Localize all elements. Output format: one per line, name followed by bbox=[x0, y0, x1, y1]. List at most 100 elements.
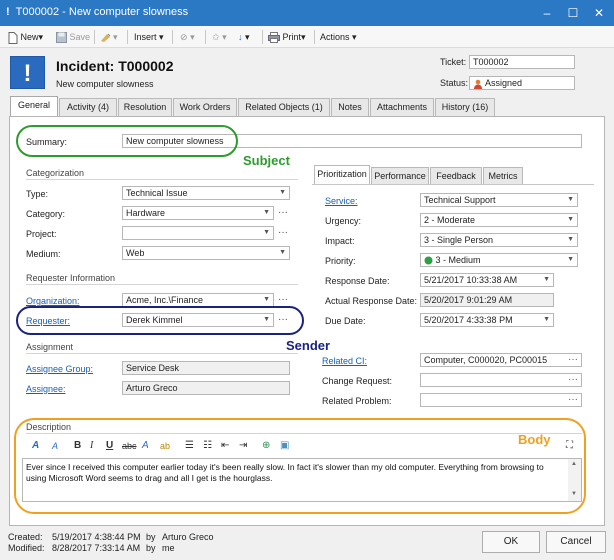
impact-label: Impact: bbox=[325, 236, 355, 246]
assignment-heading: Assignment bbox=[26, 342, 74, 352]
minimize-button[interactable]: – bbox=[536, 3, 558, 23]
subtab-performance[interactable]: Performance bbox=[371, 167, 429, 184]
tab-history[interactable]: History (16) bbox=[435, 98, 495, 116]
impact-select[interactable]: 3 - Single Person ▼ bbox=[420, 233, 578, 247]
actual-response-date-label: Actual Response Date: bbox=[325, 296, 418, 306]
type-select[interactable]: Technical Issue ▼ bbox=[122, 186, 290, 200]
flag-button[interactable]: ✩ ▾ bbox=[212, 29, 227, 45]
subtab-feedback[interactable]: Feedback bbox=[430, 167, 482, 184]
chevron-down-icon: ▾ bbox=[113, 32, 118, 42]
tab-activity[interactable]: Activity (4) bbox=[59, 98, 117, 116]
tab-general[interactable]: General bbox=[10, 96, 58, 117]
tab-notes[interactable]: Notes bbox=[331, 98, 369, 116]
ticket-field: T000002 bbox=[469, 55, 575, 69]
next-button[interactable]: ↓ ▾ bbox=[238, 29, 250, 45]
related-ci-field[interactable]: Computer, C000020, PC00015 ··· bbox=[420, 353, 582, 367]
actions-menu[interactable]: Actions ▾ bbox=[320, 29, 357, 45]
attach-button[interactable]: ⊘ ▾ bbox=[180, 29, 195, 45]
close-button[interactable]: ✕ bbox=[588, 3, 610, 23]
status-field: Assigned bbox=[469, 76, 575, 90]
chevron-down-icon: ▼ bbox=[263, 229, 270, 236]
chevron-down-icon: ▼ bbox=[543, 316, 550, 323]
chevron-down-icon: ▼ bbox=[567, 236, 574, 243]
service-link[interactable]: Service: bbox=[325, 196, 358, 206]
created-date: 5/19/2017 4:38:44 PM bbox=[52, 532, 141, 542]
project-browse-button[interactable]: ··· bbox=[278, 227, 288, 239]
printer-icon bbox=[268, 32, 280, 44]
chevron-down-icon: ▾ bbox=[190, 32, 195, 42]
modified-date: 8/28/2017 7:33:14 AM bbox=[52, 543, 141, 553]
toolbar-separator bbox=[172, 30, 173, 44]
section-divider bbox=[26, 179, 298, 180]
assignee-group-field: Service Desk bbox=[122, 361, 290, 375]
chevron-down-icon: ▾ bbox=[352, 32, 357, 42]
browse-icon: ··· bbox=[568, 354, 578, 365]
save-icon bbox=[56, 32, 67, 44]
related-problem-field[interactable]: ··· bbox=[420, 393, 582, 407]
chevron-down-icon: ▾ bbox=[159, 32, 164, 42]
print-button[interactable]: Print▾ bbox=[268, 29, 306, 45]
subject-highlight bbox=[16, 125, 238, 157]
cancel-button[interactable]: Cancel bbox=[546, 531, 606, 553]
urgency-select[interactable]: 2 - Moderate ▼ bbox=[420, 213, 578, 227]
maximize-button[interactable]: ☐ bbox=[562, 3, 584, 23]
related-problem-label: Related Problem: bbox=[322, 396, 392, 406]
chevron-down-icon: ▼ bbox=[263, 296, 270, 303]
section-divider bbox=[26, 353, 298, 354]
chevron-down-icon: ▼ bbox=[279, 189, 286, 196]
response-date-picker[interactable]: 5/21/2017 10:33:38 AM ▼ bbox=[420, 273, 554, 287]
project-select[interactable]: ▼ bbox=[122, 226, 274, 240]
insert-menu[interactable]: Insert ▾ bbox=[134, 29, 164, 45]
new-button[interactable]: New▾ bbox=[8, 29, 43, 45]
subject-annotation: Subject bbox=[243, 153, 290, 168]
tab-attachments[interactable]: Attachments bbox=[370, 98, 434, 116]
priority-select[interactable]: 3 - Medium ▼ bbox=[420, 253, 578, 267]
category-browse-button[interactable]: ··· bbox=[278, 207, 288, 219]
toolbar-separator bbox=[205, 30, 206, 44]
browse-icon: ··· bbox=[568, 394, 578, 405]
chevron-down-icon: ▾ bbox=[245, 32, 250, 42]
arrow-down-icon: ↓ bbox=[238, 32, 243, 42]
tab-resolution[interactable]: Resolution bbox=[118, 98, 172, 116]
category-label: Category: bbox=[26, 209, 66, 219]
organization-browse-button[interactable]: ··· bbox=[278, 294, 288, 306]
save-button[interactable]: Save bbox=[56, 29, 90, 45]
priority-dot-icon bbox=[424, 256, 433, 265]
medium-select[interactable]: Web ▼ bbox=[122, 246, 290, 260]
change-request-field[interactable]: ··· bbox=[420, 373, 582, 387]
star-icon: ✩ bbox=[212, 32, 220, 42]
spellcheck-button[interactable]: ▾ bbox=[100, 29, 118, 45]
organization-link[interactable]: Organization: bbox=[26, 296, 80, 306]
tab-work-orders[interactable]: Work Orders bbox=[173, 98, 237, 116]
modified-by: me bbox=[162, 543, 175, 553]
tab-related-objects[interactable]: Related Objects (1) bbox=[238, 98, 330, 116]
chevron-down-icon: ▼ bbox=[543, 276, 550, 283]
section-divider bbox=[26, 284, 298, 285]
actual-response-date-field: 5/20/2017 9:01:29 AM bbox=[420, 293, 554, 307]
incident-large-icon: ! bbox=[10, 56, 45, 89]
body-highlight bbox=[14, 418, 586, 514]
project-label: Project: bbox=[26, 229, 57, 239]
response-date-label: Response Date: bbox=[325, 276, 390, 286]
subtab-prioritization[interactable]: Prioritization bbox=[314, 165, 370, 185]
modified-label: Modified: bbox=[8, 543, 45, 553]
due-date-picker[interactable]: 5/20/2017 4:33:38 PM ▼ bbox=[420, 313, 554, 327]
assignee-link[interactable]: Assignee: bbox=[26, 384, 66, 394]
created-label: Created: bbox=[8, 532, 43, 542]
organization-select[interactable]: Acme, Inc.\Finance ▼ bbox=[122, 293, 274, 307]
chevron-down-icon: ▾ bbox=[38, 32, 44, 42]
assignee-group-link[interactable]: Assignee Group: bbox=[26, 364, 93, 374]
related-ci-link[interactable]: Related CI: bbox=[322, 356, 367, 366]
body-annotation: Body bbox=[518, 432, 551, 447]
title-bar: ! T000002 - New computer slowness – ☐ ✕ bbox=[0, 0, 614, 26]
ticket-label: Ticket: bbox=[440, 57, 467, 67]
ok-button[interactable]: OK bbox=[482, 531, 540, 553]
user-icon bbox=[474, 79, 482, 89]
toolbar: New▾ Save ▾ Insert ▾ ⊘ ▾ ✩ ▾ ↓ ▾ Print▾ … bbox=[0, 26, 614, 48]
subtab-metrics[interactable]: Metrics bbox=[483, 167, 523, 184]
service-select[interactable]: Technical Support ▼ bbox=[420, 193, 578, 207]
chevron-down-icon: ▼ bbox=[567, 216, 574, 223]
category-select[interactable]: Hardware ▼ bbox=[122, 206, 274, 220]
toolbar-separator bbox=[262, 30, 263, 44]
toolbar-separator bbox=[94, 30, 95, 44]
